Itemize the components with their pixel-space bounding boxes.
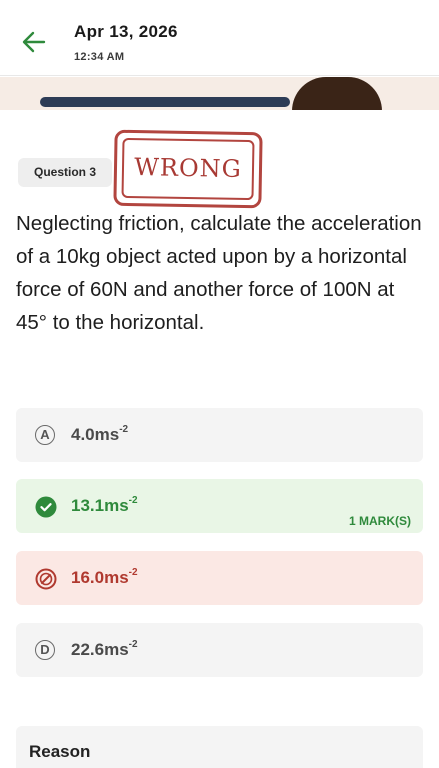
marks-label: 1 MARK(S)	[349, 514, 411, 528]
option-letter-d: D	[35, 640, 55, 660]
banner-person-image	[292, 77, 382, 111]
question-number-badge: Question 3	[18, 158, 112, 187]
option-b-text: 13.1ms-2	[71, 495, 138, 515]
option-d-text: 22.6ms-2	[71, 639, 138, 659]
question-text: Neglecting friction, calculate the accel…	[16, 212, 422, 334]
option-c-text: 16.0ms-2	[71, 567, 138, 587]
reason-title: Reason	[29, 742, 91, 761]
x-circle-icon	[35, 568, 57, 590]
option-a-text: 4.0ms-2	[71, 424, 129, 444]
option-d[interactable]: D 22.6ms-2	[16, 623, 423, 677]
option-b[interactable]: 13.1ms-2 1 MARK(S)	[16, 479, 423, 533]
arrow-left-icon[interactable]	[20, 28, 48, 56]
option-c[interactable]: 16.0ms-2	[16, 551, 423, 605]
header-time: 12:34 AM	[74, 51, 125, 63]
app-header: Apr 13, 2026 12:34 AM	[0, 0, 439, 76]
option-a[interactable]: A 4.0ms-2	[16, 408, 423, 462]
banner-title-strip	[40, 97, 290, 107]
reason-section: Reason	[16, 726, 423, 768]
option-letter-a: A	[35, 425, 55, 445]
stamp-label: WRONG	[133, 153, 243, 183]
check-circle-icon	[35, 496, 57, 518]
wrong-stamp: WRONG	[113, 129, 263, 209]
header-date: Apr 13, 2026	[74, 22, 178, 41]
